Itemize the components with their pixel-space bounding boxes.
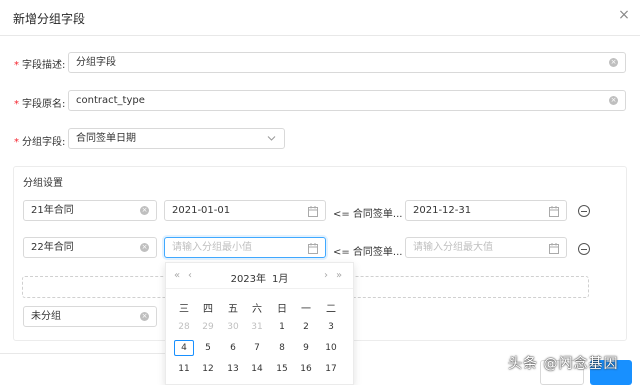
calendar-day[interactable]: 12	[198, 361, 218, 377]
clear-icon[interactable]: ×	[140, 312, 149, 321]
next-year-icon[interactable]: »	[336, 270, 342, 281]
start-date-placeholder: 请输入分组最小值	[172, 242, 252, 253]
chevron-down-icon	[267, 132, 276, 148]
calendar-day[interactable]: 1	[272, 319, 292, 335]
calendar-icon	[308, 205, 318, 217]
desc-input[interactable]: 分组字段 ×	[68, 52, 626, 73]
calendar-year[interactable]: 2023年	[231, 274, 266, 285]
required-mark: *	[14, 99, 19, 110]
end-date-input[interactable]: 2021-12-31	[405, 200, 567, 221]
calendar-day[interactable]: 13	[223, 361, 243, 377]
weekday-label: 四	[203, 304, 213, 315]
group-field-select[interactable]: 合同签单日期	[68, 128, 285, 149]
remove-row-icon[interactable]	[578, 243, 590, 255]
date-picker-dropdown: « ‹ 2023年 1月 › » 三 四 五 六 日 一 二 28 29 30 3…	[165, 262, 354, 385]
calendar-day[interactable]: 2	[296, 319, 316, 335]
group-field-value: 合同签单日期	[76, 133, 136, 144]
calendar-day[interactable]: 5	[198, 340, 218, 356]
weekday-label: 三	[179, 304, 189, 315]
range-separator: <= 合同签单...	[333, 247, 403, 258]
calendar-icon	[308, 242, 318, 254]
desc-label-text: 字段描述:	[22, 60, 66, 71]
calendar-day[interactable]: 8	[272, 340, 292, 356]
clear-icon[interactable]: ×	[140, 243, 149, 252]
calendar-day[interactable]: 28	[174, 319, 194, 335]
group-field-label: * 分组字段:	[14, 133, 65, 148]
calendar-day[interactable]: 6	[223, 340, 243, 356]
dialog-title: 新增分组字段	[13, 12, 86, 26]
clear-icon[interactable]: ×	[609, 58, 618, 67]
calendar-icon	[549, 205, 559, 217]
origin-label-text: 字段原名:	[22, 99, 66, 110]
watermark: 头条 @闪念基因	[508, 356, 619, 372]
required-mark: *	[14, 137, 19, 148]
group-name-input[interactable]: 22年合同 ×	[23, 237, 157, 258]
clear-icon[interactable]: ×	[609, 96, 618, 105]
next-month-icon[interactable]: ›	[324, 270, 328, 281]
calendar-day[interactable]: 11	[174, 361, 194, 377]
group-settings-title: 分组设置	[23, 178, 63, 189]
range-separator: <= 合同签单...	[333, 209, 403, 220]
start-date-input[interactable]: 2021-01-01	[164, 200, 326, 221]
calendar-header: « ‹ 2023年 1月 › »	[166, 263, 353, 289]
origin-label: * 字段原名:	[14, 95, 65, 110]
group-name-input[interactable]: 21年合同 ×	[23, 200, 157, 221]
calendar-day[interactable]: 17	[321, 361, 341, 377]
ungrouped-input[interactable]: 未分组 ×	[23, 306, 157, 327]
weekday-label: 五	[228, 304, 238, 315]
origin-input[interactable]: contract_type ×	[68, 90, 626, 111]
weekday-label: 日	[277, 304, 287, 315]
start-date-value: 2021-01-01	[172, 205, 231, 216]
end-date-input[interactable]: 请输入分组最大值	[405, 237, 567, 258]
group-name-value: 22年合同	[31, 242, 74, 253]
calendar-day[interactable]: 10	[321, 340, 341, 356]
origin-value: contract_type	[76, 95, 145, 106]
calendar-day[interactable]: 14	[247, 361, 267, 377]
required-mark: *	[14, 60, 19, 71]
footer-divider	[0, 353, 165, 354]
desc-label: * 字段描述:	[14, 56, 65, 71]
calendar-day[interactable]: 7	[247, 340, 267, 356]
remove-row-icon[interactable]	[578, 205, 590, 217]
end-date-placeholder: 请输入分组最大值	[413, 242, 493, 253]
ungrouped-value: 未分组	[31, 311, 61, 322]
calendar-day[interactable]: 31	[247, 319, 267, 335]
calendar-day[interactable]: 16	[296, 361, 316, 377]
close-icon[interactable]: ×	[617, 8, 631, 22]
weekday-label: 二	[326, 304, 336, 315]
calendar-day[interactable]: 15	[272, 361, 292, 377]
calendar-day[interactable]: 29	[198, 319, 218, 335]
weekday-label: 一	[301, 304, 311, 315]
calendar-day-today[interactable]: 4	[174, 340, 194, 356]
calendar-day[interactable]: 3	[321, 319, 341, 335]
clear-icon[interactable]: ×	[140, 206, 149, 215]
weekday-label: 六	[252, 304, 262, 315]
header-divider	[0, 35, 640, 36]
group-field-label-text: 分组字段:	[22, 137, 66, 148]
desc-value: 分组字段	[76, 57, 116, 68]
calendar-day[interactable]: 9	[296, 340, 316, 356]
calendar-month[interactable]: 1月	[272, 274, 288, 285]
start-date-input[interactable]: 请输入分组最小值	[164, 237, 326, 258]
calendar-icon	[549, 242, 559, 254]
group-name-value: 21年合同	[31, 205, 74, 216]
end-date-value: 2021-12-31	[413, 205, 472, 216]
calendar-day[interactable]: 30	[223, 319, 243, 335]
